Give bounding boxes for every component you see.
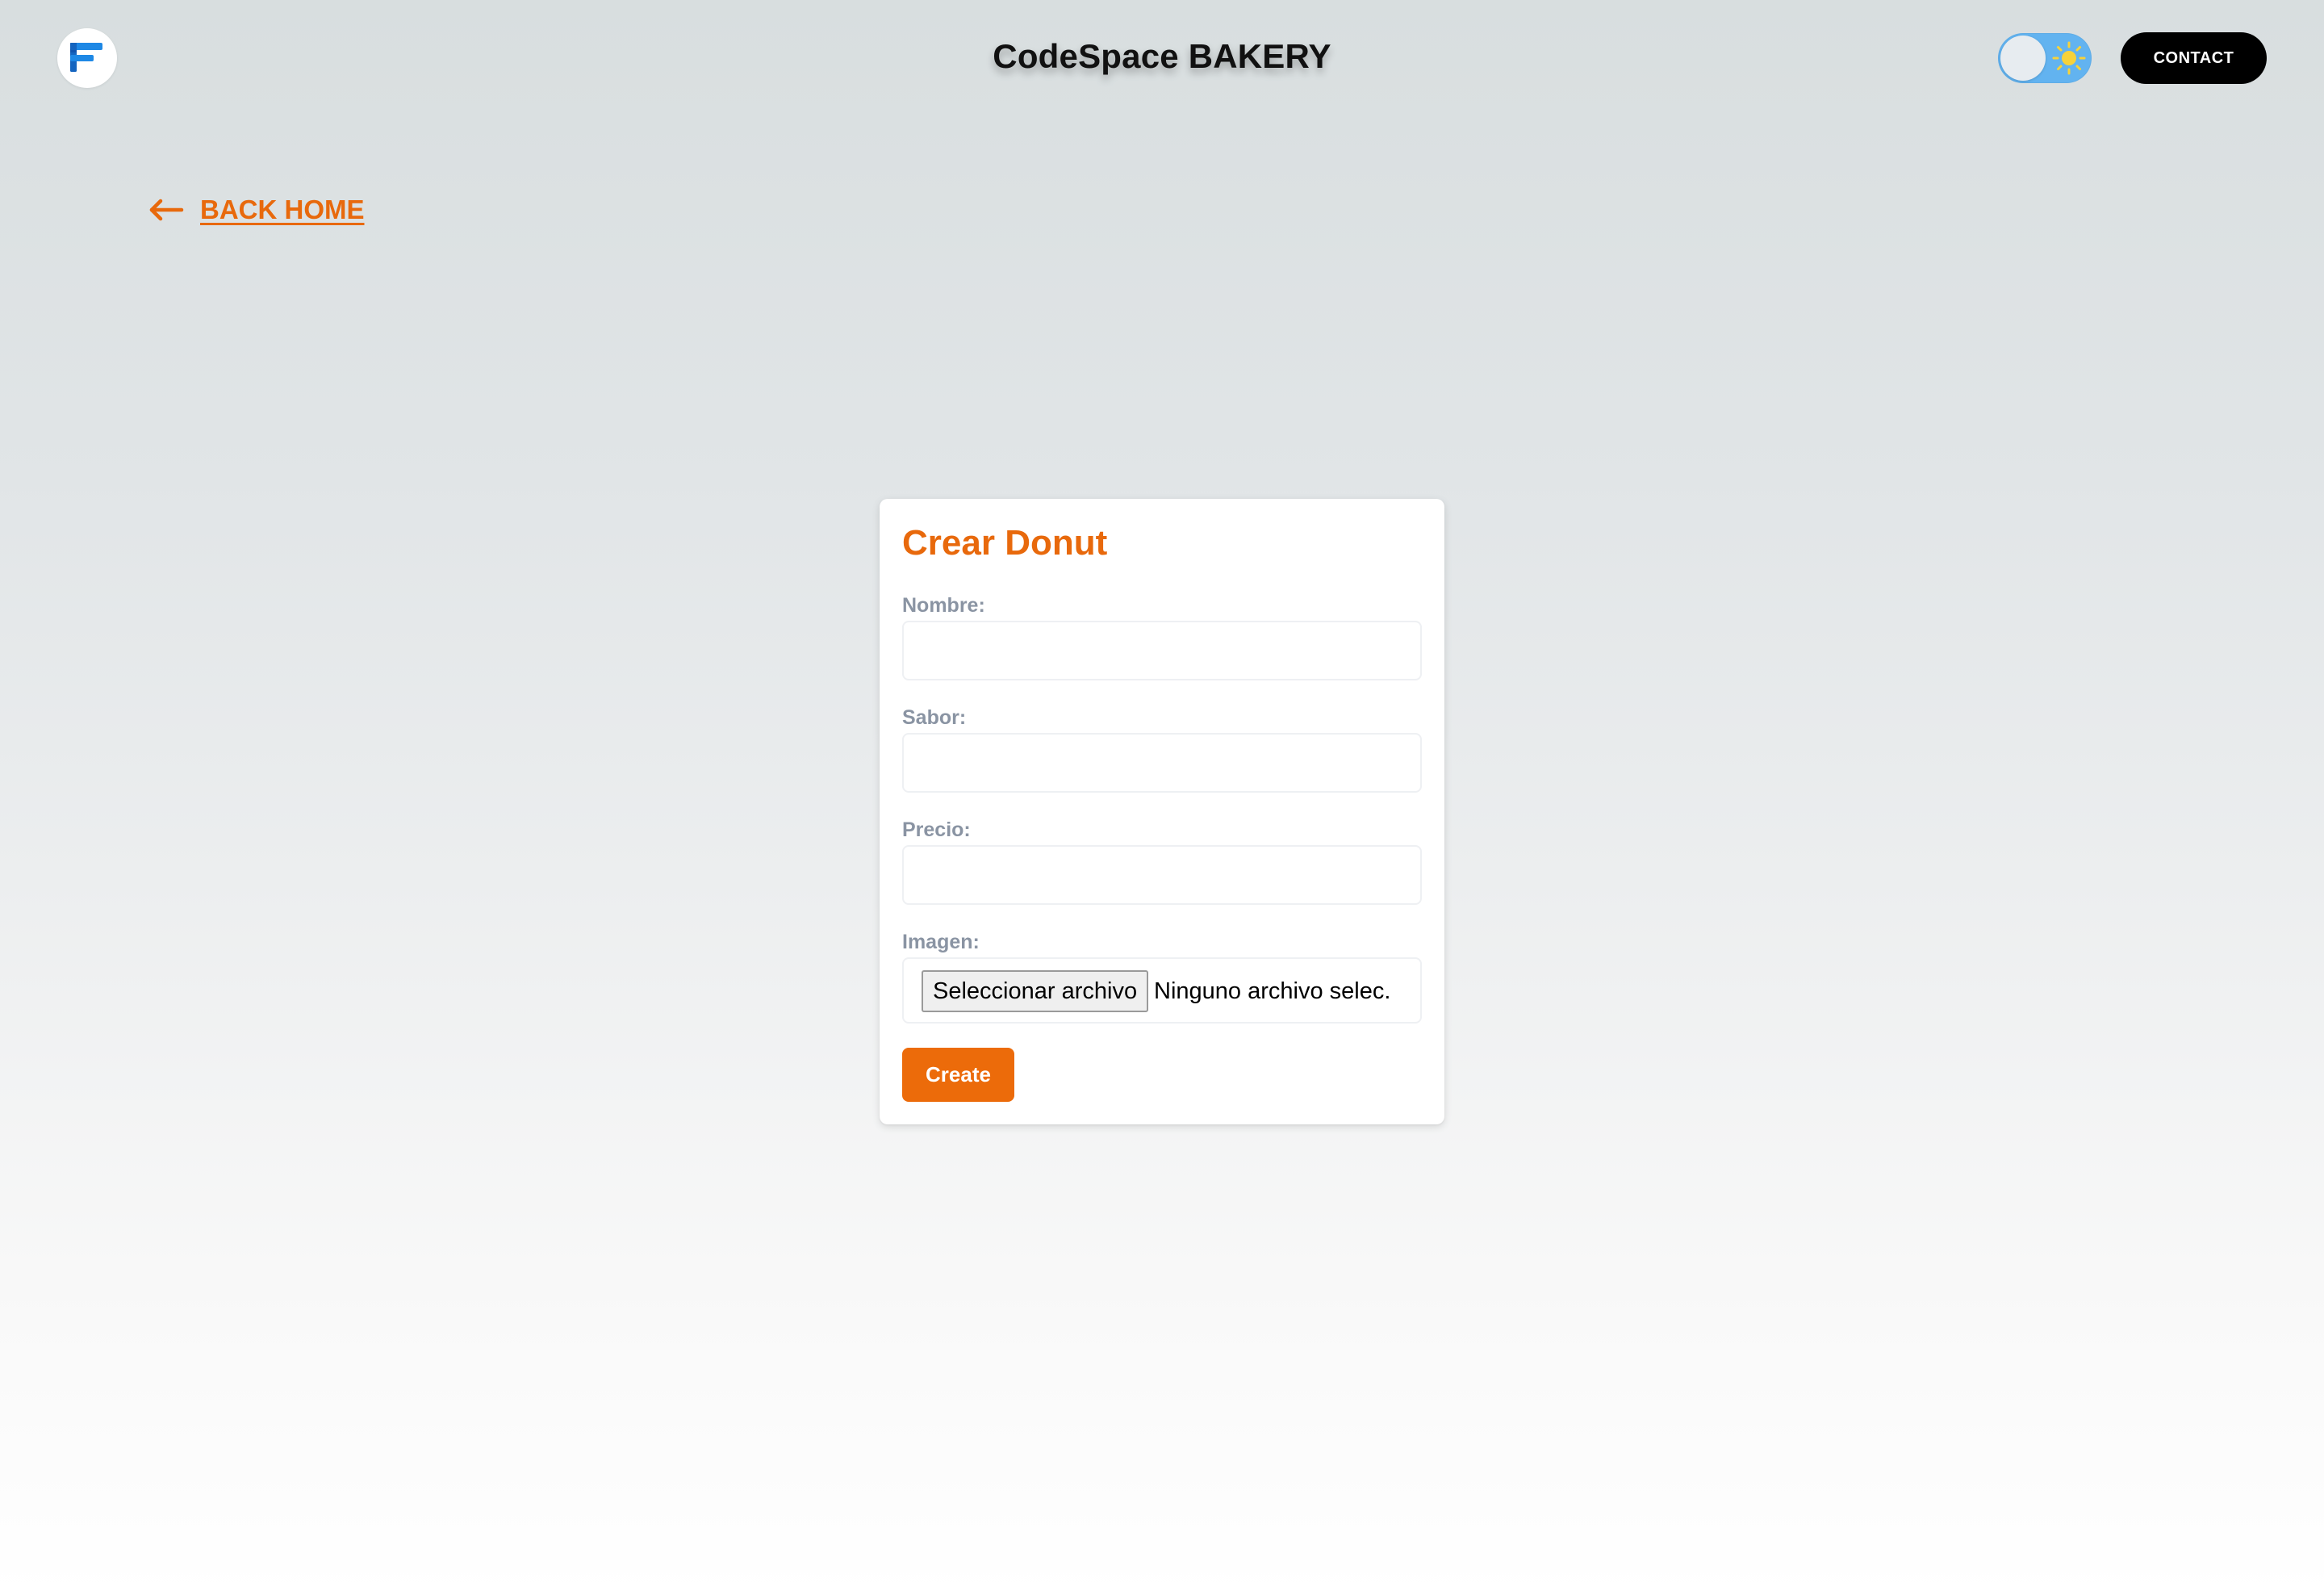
- imagen-label: Imagen:: [902, 931, 980, 953]
- file-status-text: Ninguno archivo selec.: [1154, 978, 1391, 1004]
- toggle-knob: [2000, 36, 2046, 81]
- back-home-link[interactable]: BACK HOME: [148, 190, 365, 229]
- nombre-label: Nombre:: [902, 594, 985, 617]
- create-donut-card: Crear Donut Nombre: Sabor: Precio: Image…: [880, 499, 1444, 1124]
- sabor-input[interactable]: [902, 733, 1422, 793]
- select-file-button[interactable]: Seleccionar archivo: [922, 970, 1149, 1012]
- create-button[interactable]: Create: [902, 1048, 1014, 1102]
- image-file-input[interactable]: Seleccionar archivo Ninguno archivo sele…: [902, 957, 1422, 1024]
- nombre-input[interactable]: [902, 621, 1422, 680]
- form-title: Crear Donut: [902, 523, 1108, 563]
- site-title: CodeSpace BAKERY: [993, 37, 1331, 75]
- precio-label: Precio:: [902, 818, 971, 841]
- sun-icon: [2052, 41, 2086, 75]
- back-home-label: BACK HOME: [200, 195, 365, 224]
- contact-button[interactable]: CONTACT: [2121, 32, 2267, 84]
- arrow-left-icon: [149, 199, 184, 221]
- theme-toggle[interactable]: [1998, 33, 2092, 83]
- precio-input[interactable]: [902, 845, 1422, 905]
- sabor-label: Sabor:: [902, 706, 967, 729]
